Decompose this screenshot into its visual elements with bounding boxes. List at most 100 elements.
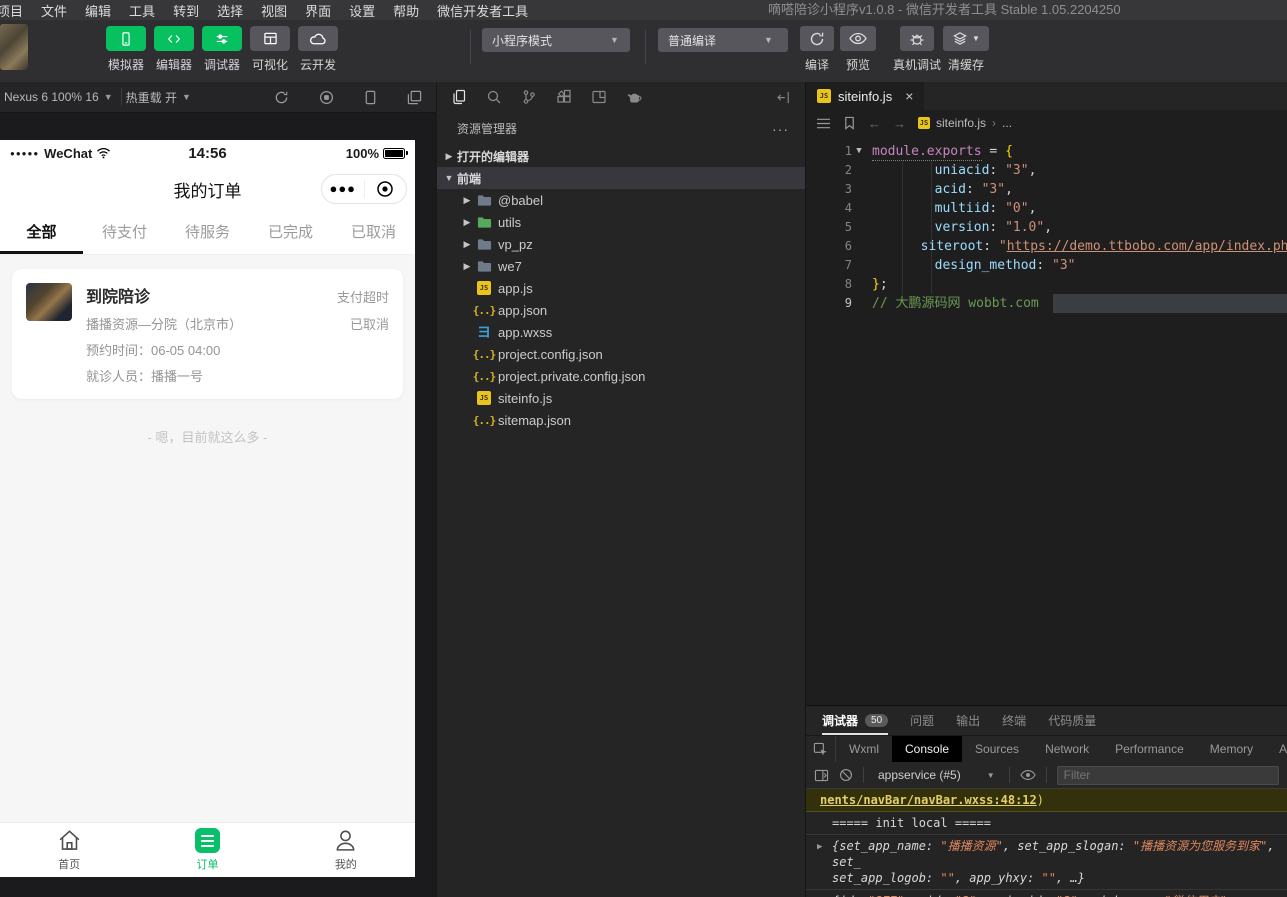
tree-item-utils[interactable]: ▶utils bbox=[437, 211, 805, 233]
collapse-sidebar-icon[interactable] bbox=[776, 90, 791, 105]
device-select[interactable]: Nexus 6 100% 16 ▼ bbox=[0, 90, 121, 104]
dock-side-icon[interactable] bbox=[814, 769, 829, 782]
search-icon[interactable] bbox=[486, 89, 502, 105]
tree-section-打开的编辑器[interactable]: ▶打开的编辑器 bbox=[437, 145, 805, 167]
tree-item-siteinfo.js[interactable]: JSsiteinfo.js bbox=[437, 387, 805, 409]
more-actions-icon[interactable]: ··· bbox=[772, 121, 789, 137]
devtools-tab-Sources[interactable]: Sources bbox=[962, 736, 1032, 762]
menu-1[interactable]: 文件 bbox=[41, 1, 67, 20]
debug-tab-代码质量[interactable]: 代码质量 bbox=[1048, 706, 1096, 735]
menu-8[interactable]: 设置 bbox=[349, 1, 375, 20]
tree-item-vp_pz[interactable]: ▶vp_pz bbox=[437, 233, 805, 255]
restart-icon[interactable] bbox=[274, 90, 289, 105]
order-card[interactable]: 到院陪诊 支付超时 播播资源—分院（北京市） 已取消 预约时间：06-05 04… bbox=[12, 269, 403, 399]
extensions-icon[interactable] bbox=[556, 89, 572, 105]
user-avatar[interactable] bbox=[0, 24, 28, 70]
menu-5[interactable]: 选择 bbox=[217, 1, 243, 20]
debug-tab-终端[interactable]: 终端 bbox=[1002, 706, 1026, 735]
inspect-element-icon[interactable] bbox=[806, 736, 836, 762]
tree-item-app.wxss[interactable]: ヨapp.wxss bbox=[437, 321, 805, 343]
debug-tab-输出[interactable]: 输出 bbox=[956, 706, 980, 735]
filter-input[interactable] bbox=[1057, 766, 1279, 785]
tabbar-首页[interactable]: 首页 bbox=[0, 823, 138, 877]
devtools-tab-Memory[interactable]: Memory bbox=[1197, 736, 1266, 762]
device-frame-icon[interactable] bbox=[364, 90, 377, 105]
menu-10[interactable]: 微信开发者工具 bbox=[437, 1, 528, 20]
tree-item-project.config.json[interactable]: {..}project.config.json bbox=[437, 343, 805, 365]
devtools-tab-AppData[interactable]: AppData bbox=[1266, 736, 1287, 762]
toggle-编辑器[interactable]: 编辑器 bbox=[154, 26, 194, 73]
hot-reload-select[interactable]: 热重载 开 ▼ bbox=[118, 89, 199, 106]
tree-section-前端[interactable]: ▼前端 bbox=[437, 167, 805, 189]
devtools-tab-Performance[interactable]: Performance bbox=[1102, 736, 1197, 762]
console-message-0[interactable]: nents/navBar/navBar.wxss:48:12) bbox=[806, 789, 1287, 812]
tab-已取消[interactable]: 已取消 bbox=[332, 212, 415, 254]
tree-item-project.private.config.json[interactable]: {..}project.private.config.json bbox=[437, 365, 805, 387]
theme-teapot-icon[interactable] bbox=[626, 90, 643, 104]
preview-window-icon[interactable] bbox=[591, 89, 607, 105]
source-control-icon[interactable] bbox=[521, 89, 537, 105]
bookmark-icon[interactable] bbox=[843, 116, 856, 130]
tree-item-sitemap.json[interactable]: {..}sitemap.json bbox=[437, 409, 805, 431]
expand-arrow-icon[interactable]: ▶ bbox=[817, 839, 822, 855]
files-icon[interactable] bbox=[451, 89, 467, 105]
console-message-3[interactable]: ▶{id: "277", uid: "3", uniacid: "3", nic… bbox=[806, 890, 1287, 897]
url-link[interactable]: https://demo.ttbobo.com/app/index.php bbox=[1007, 237, 1287, 256]
nav-back-icon[interactable]: ← bbox=[868, 116, 881, 131]
source-location-link[interactable]: nents/navBar/navBar.wxss:48:12 bbox=[820, 793, 1037, 807]
toggle-模拟器[interactable]: 模拟器 bbox=[106, 26, 146, 73]
close-minimize-button[interactable] bbox=[365, 180, 407, 198]
code-editor[interactable]: 1▼module.exports = {2 uniacid: "3",3 aci… bbox=[806, 136, 1287, 705]
mode-select[interactable]: 小程序模式 ▼ bbox=[482, 28, 630, 52]
tabbar-我的[interactable]: 我的 bbox=[277, 823, 415, 877]
action-编译[interactable]: 编译 bbox=[800, 26, 834, 73]
compile-mode-select[interactable]: 普通编译 ▼ bbox=[658, 28, 788, 52]
close-icon[interactable]: × bbox=[905, 88, 913, 104]
action-清缓存[interactable]: ▼清缓存 bbox=[943, 26, 989, 73]
toggle-云开发[interactable]: 云开发 bbox=[298, 26, 338, 73]
menu-3[interactable]: 工具 bbox=[129, 1, 155, 20]
tree-item-we7[interactable]: ▶we7 bbox=[437, 255, 805, 277]
order-title: 到院陪诊 bbox=[86, 283, 337, 307]
action-预览[interactable]: 预览 bbox=[840, 26, 876, 73]
tab-全部[interactable]: 全部 bbox=[0, 212, 83, 254]
menu-0[interactable]: 项目 bbox=[0, 1, 23, 20]
nav-forward-icon[interactable]: → bbox=[893, 116, 906, 131]
tabbar-订单[interactable]: 订单 bbox=[138, 823, 276, 877]
tab-待服务[interactable]: 待服务 bbox=[166, 212, 249, 254]
devtools-tab-Wxml[interactable]: Wxml bbox=[836, 736, 892, 762]
console-eye-icon[interactable] bbox=[1020, 769, 1036, 781]
tab-待支付[interactable]: 待支付 bbox=[83, 212, 166, 254]
fold-icon[interactable]: ▼ bbox=[852, 142, 866, 161]
record-icon[interactable] bbox=[319, 90, 334, 105]
outline-icon[interactable] bbox=[816, 117, 831, 130]
toggle-调试器[interactable]: 调试器 bbox=[202, 26, 242, 73]
debug-tab-问题[interactable]: 问题 bbox=[910, 706, 934, 735]
editor-tab-siteinfo[interactable]: JS siteinfo.js × bbox=[806, 82, 924, 110]
tree-item-app.json[interactable]: {..}app.json bbox=[437, 299, 805, 321]
clear-console-icon[interactable] bbox=[839, 768, 853, 782]
debug-tab-调试器[interactable]: 调试器50 bbox=[822, 706, 888, 735]
order-hospital: 播播资源—分院（北京市） bbox=[86, 314, 350, 333]
more-menu-button[interactable]: ●●● bbox=[322, 176, 364, 202]
devtools-tab-Console[interactable]: Console bbox=[892, 736, 962, 762]
multi-window-icon[interactable] bbox=[407, 90, 422, 105]
debugger-tab-bar: 调试器50 问题输出终端代码质量 bbox=[806, 706, 1287, 735]
breadcrumb-file[interactable]: JS siteinfo.js › ... bbox=[918, 116, 1012, 130]
menu-9[interactable]: 帮助 bbox=[393, 1, 419, 20]
tab-已完成[interactable]: 已完成 bbox=[249, 212, 332, 254]
phone-status-bar: ●●●●● WeChat 14:56 100% bbox=[0, 140, 415, 166]
editor-tab-label: siteinfo.js bbox=[838, 89, 892, 104]
chevron-right-icon: ▶ bbox=[459, 195, 475, 206]
menu-2[interactable]: 编辑 bbox=[85, 1, 111, 20]
action-真机调试[interactable]: 真机调试 bbox=[893, 26, 941, 73]
context-select[interactable]: appservice (#5) ▼ bbox=[874, 768, 999, 782]
menu-6[interactable]: 视图 bbox=[261, 1, 287, 20]
menu-4[interactable]: 转到 bbox=[173, 1, 199, 20]
devtools-tab-Network[interactable]: Network bbox=[1032, 736, 1102, 762]
toggle-可视化[interactable]: 可视化 bbox=[250, 26, 290, 73]
tree-item-app.js[interactable]: JSapp.js bbox=[437, 277, 805, 299]
console-message-2[interactable]: ▶{set_app_name: "播播资源", set_app_slogan: … bbox=[806, 835, 1287, 890]
tree-item-@babel[interactable]: ▶@babel bbox=[437, 189, 805, 211]
menu-7[interactable]: 界面 bbox=[305, 1, 331, 20]
